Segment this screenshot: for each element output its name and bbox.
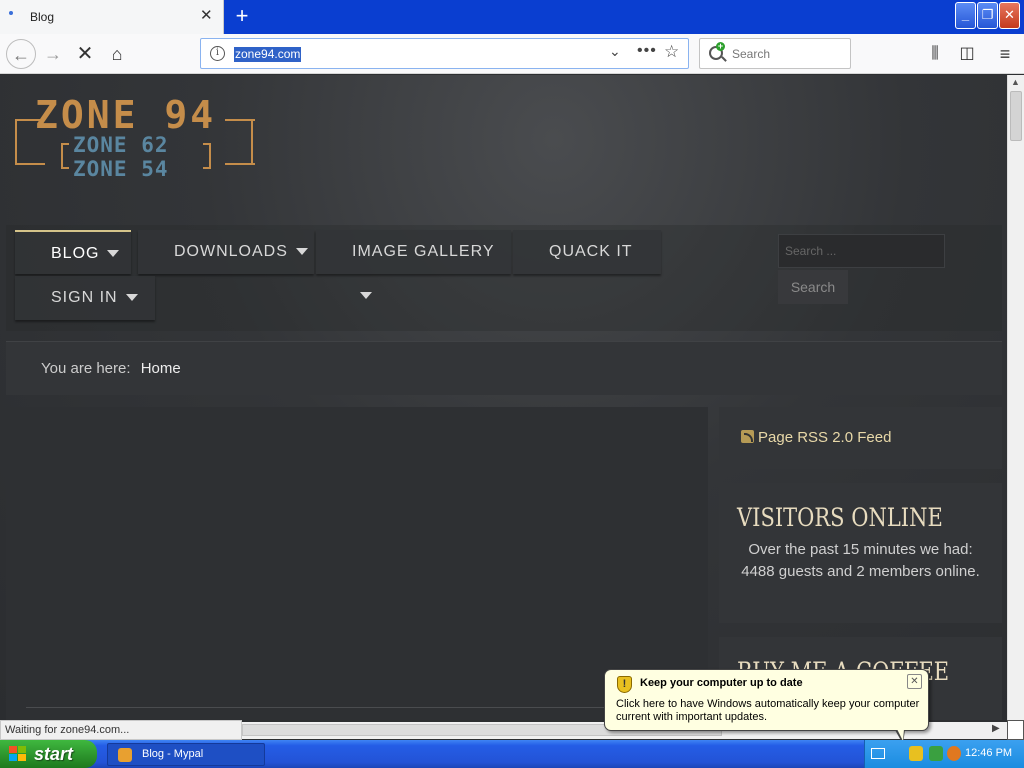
caret-down-icon xyxy=(295,248,308,256)
browser-search-input[interactable]: + Search xyxy=(699,38,851,69)
visitors-online-module: VISITORS ONLINE Over the past 15 minutes… xyxy=(719,483,1002,623)
forward-button[interactable]: → xyxy=(38,39,68,69)
caret-down-icon xyxy=(125,294,138,302)
navigation-toolbar: ← → ✕ ⌂ i zone94.com ⌄ ••• ☆ + Search ⫼ … xyxy=(0,34,1024,74)
site-search-button[interactable]: Search xyxy=(778,270,848,304)
tab-blog[interactable]: Blog ✕ xyxy=(0,0,224,34)
restore-button[interactable]: ❐ xyxy=(977,2,998,29)
sidebar-icon[interactable]: ◫ xyxy=(952,39,982,69)
minimize-button[interactable]: _ xyxy=(955,2,976,29)
bookmark-star-icon[interactable]: ☆ xyxy=(664,42,679,62)
site-info-icon[interactable]: i xyxy=(210,46,225,61)
visitors-heading: VISITORS ONLINE xyxy=(737,503,943,532)
nav-item-label: SIGN IN xyxy=(51,289,118,306)
tab-strip: Blog ✕ + _ ❐ ✕ xyxy=(0,0,1024,34)
home-button[interactable]: ⌂ xyxy=(102,39,132,69)
browser-search-placeholder: Search xyxy=(732,47,771,61)
balloon-title: Keep your computer up to date xyxy=(640,677,803,689)
system-tray: 12:46 PM xyxy=(864,740,1024,768)
logo-line-3: ZONE 54 xyxy=(73,157,169,181)
address-bar[interactable]: i zone94.com ⌄ ••• ☆ xyxy=(200,38,689,69)
stop-button[interactable]: ✕ xyxy=(70,39,100,69)
nav-item-downloads[interactable]: DOWNLOADS xyxy=(138,230,314,274)
start-button[interactable]: start xyxy=(0,740,97,768)
nav-item-label: DOWNLOADS xyxy=(174,243,288,260)
nav-item-image-gallery[interactable]: IMAGE GALLERY xyxy=(316,230,511,300)
network-icon[interactable] xyxy=(929,746,943,761)
logo-line-2: ZONE 62 xyxy=(73,133,169,157)
rss-feed-label: Page RSS 2.0 Feed xyxy=(758,429,892,446)
library-icon[interactable]: ⫼ xyxy=(920,39,950,69)
vertical-scrollbar[interactable]: ▲ xyxy=(1007,75,1024,720)
security-shield-icon: ! xyxy=(617,676,632,693)
tab-loading-icon xyxy=(9,11,13,15)
add-search-engine-icon: + xyxy=(716,41,725,51)
close-window-button[interactable]: ✕ xyxy=(999,2,1020,29)
logo-line-1: ZONE 94 xyxy=(35,93,217,137)
new-tab-button[interactable]: + xyxy=(230,3,254,29)
search-tray-icon[interactable] xyxy=(947,746,961,761)
taskbar-item-label: Blog - Mypal xyxy=(142,748,204,760)
rss-icon xyxy=(741,430,754,443)
back-button[interactable]: ← xyxy=(6,39,36,69)
scroll-up-icon[interactable]: ▲ xyxy=(1011,77,1020,87)
site-logo[interactable]: ZONE 94 ZONE 62 ZONE 54 xyxy=(15,93,255,187)
browser-app-icon xyxy=(118,748,132,762)
balloon-close-icon[interactable]: ✕ xyxy=(907,674,922,689)
chevron-down-icon[interactable]: ⌄ xyxy=(609,43,621,60)
status-bar: Waiting for zone94.com... xyxy=(0,720,242,740)
start-label: start xyxy=(34,744,74,764)
visitors-text: Over the past 15 minutes we had: 4488 gu… xyxy=(741,541,980,580)
main-navigation: BLOG DOWNLOADS IMAGE GALLERY QUACK IT SI… xyxy=(6,225,1002,331)
caret-down-icon xyxy=(360,292,372,300)
breadcrumb-prefix: You are here: xyxy=(41,360,131,377)
tab-close-icon[interactable]: ✕ xyxy=(200,8,213,24)
taskbar-item-browser[interactable]: Blog - Mypal xyxy=(107,743,265,766)
logo-bracket-right xyxy=(203,143,211,169)
main-content-area xyxy=(6,407,708,720)
web-page: ZONE 94 ZONE 62 ZONE 54 BLOG DOWNLOADS I… xyxy=(0,75,1007,720)
address-url[interactable]: zone94.com xyxy=(234,47,302,62)
security-alert-icon[interactable] xyxy=(909,746,923,761)
tab-title: Blog xyxy=(30,10,55,24)
breadcrumb: You are here: Home xyxy=(6,341,1002,395)
content-divider xyxy=(26,707,686,708)
clock: 12:46 PM xyxy=(965,747,1013,759)
keyboard-icon[interactable] xyxy=(871,748,885,759)
update-notification-balloon[interactable]: ! Keep your computer up to date ✕ Click … xyxy=(604,669,929,744)
rss-feed-module: Page RSS 2.0 Feed xyxy=(719,407,1002,469)
nav-item-label: IMAGE GALLERY xyxy=(352,243,495,260)
page-actions-icon[interactable]: ••• xyxy=(637,42,657,60)
nav-item-blog[interactable]: BLOG xyxy=(15,230,131,274)
taskbar: start Blog - Mypal 12:46 PM xyxy=(0,740,1024,768)
rss-feed-link[interactable]: Page RSS 2.0 Feed xyxy=(741,429,891,446)
windows-logo-icon xyxy=(9,746,27,762)
nav-item-sign-in[interactable]: SIGN IN xyxy=(15,276,155,320)
caret-down-icon xyxy=(107,250,120,258)
scroll-right-icon[interactable]: ▶ xyxy=(992,723,1000,734)
balloon-message[interactable]: Click here to have Windows automatically… xyxy=(616,698,921,724)
breadcrumb-home: Home xyxy=(140,360,181,377)
logo-frame-right xyxy=(225,119,255,165)
hamburger-menu-icon[interactable]: ≡ xyxy=(990,39,1020,69)
nav-item-label: BLOG xyxy=(51,245,100,262)
vertical-scroll-thumb[interactable] xyxy=(1010,91,1022,141)
scrollbar-corner xyxy=(1007,720,1024,740)
logo-bracket-left xyxy=(61,143,69,169)
nav-item-quack-it[interactable]: QUACK IT xyxy=(513,230,661,274)
nav-item-label: QUACK IT xyxy=(549,243,633,260)
site-search-input[interactable]: Search ... xyxy=(778,234,945,268)
